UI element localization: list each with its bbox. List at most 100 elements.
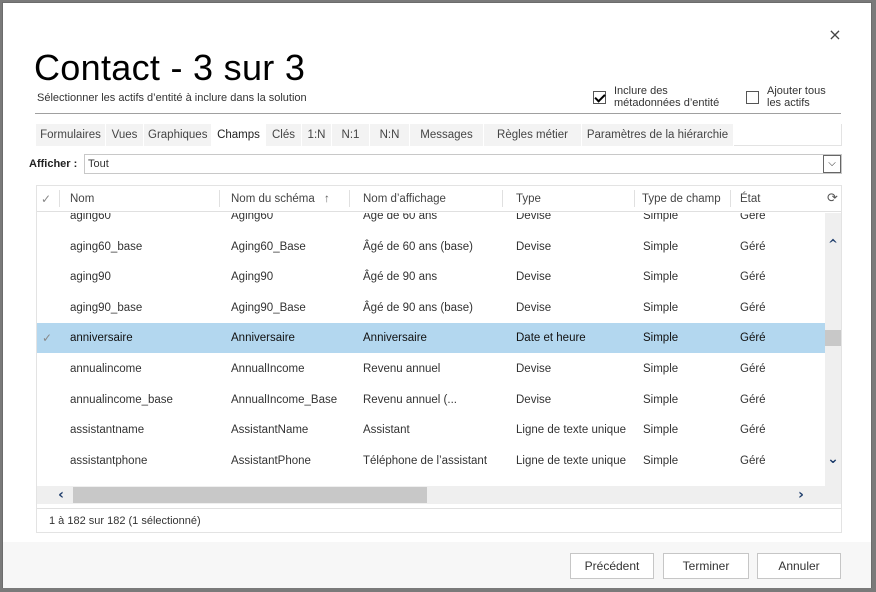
tab-vues[interactable]: Vues — [106, 124, 144, 146]
cell-name: aging60 — [70, 213, 111, 222]
cell-state: Géré — [740, 240, 766, 253]
tab-n-1[interactable]: N:1 — [332, 124, 370, 146]
tab-graphiques[interactable]: Graphiques — [144, 124, 212, 146]
horizontal-scroll-thumb[interactable] — [73, 487, 427, 503]
grid-status: 1 à 182 sur 182 (1 sélectionné) — [37, 508, 841, 532]
cell-state: Géré — [740, 301, 766, 314]
select-all-check-icon[interactable]: ✓ — [41, 186, 51, 212]
table-row[interactable]: ✓ anniversaire Anniversaire Anniversaire Dat… — [37, 323, 825, 354]
cell-field-type: Simple — [643, 424, 679, 437]
cell-name: annualincome_base — [70, 393, 173, 406]
column-separator — [349, 190, 350, 207]
cell-field-type: Simple — [643, 454, 679, 467]
cell-state: Géré — [740, 332, 766, 345]
cell-field-type: Simple — [643, 213, 679, 222]
table-row[interactable]: annualincome_base AnnualIncome_Base Revenu… — [37, 385, 825, 415]
cancel-button[interactable]: Annuler — [757, 553, 841, 579]
scroll-right-icon[interactable]: › — [793, 486, 809, 504]
grid-header: ✓ Nom Nom du schéma ↑ Nom d’affichage Ty… — [37, 186, 841, 212]
cell-type: Ligne de texte unique — [516, 424, 626, 437]
filter-label: Afficher : — [29, 152, 83, 178]
grid-rows: aging60 Aging60 Âgé de 60 ans Devise Simple G… — [37, 213, 825, 489]
cell-state: Géré — [740, 454, 766, 467]
finish-button[interactable]: Terminer — [663, 553, 749, 579]
table-row[interactable]: aging60_base Aging60_Base Âgé de 60 ans (b… — [37, 232, 825, 262]
column-header-schema-label: Nom du schéma — [231, 193, 315, 205]
table-row[interactable]: assistantname AssistantName Assistant Ligne… — [37, 415, 825, 445]
cell-schema: Aging90_Base — [231, 301, 306, 314]
cell-display: Anniversaire — [363, 332, 427, 345]
cell-state: Géré — [740, 393, 766, 406]
cell-display: Âgé de 60 ans — [363, 213, 438, 222]
tab-messages[interactable]: Messages — [410, 124, 484, 146]
tab-formulaires[interactable]: Formulaires — [36, 124, 106, 146]
chevron-down-icon[interactable]: ⌵ — [823, 155, 841, 173]
cell-display: Téléphone de l’assistant — [363, 454, 488, 467]
cell-display: Revenu annuel (... — [363, 393, 457, 406]
previous-button[interactable]: Précédent — [570, 553, 654, 579]
add-all-assets-label-line2: les actifs — [767, 97, 810, 109]
table-row[interactable]: aging60 Aging60 Âgé de 60 ans Devise Simple G… — [37, 213, 825, 231]
tab-parametres-hierarchie[interactable]: Paramètres de la hiérarchie — [582, 124, 734, 146]
cell-field-type: Simple — [643, 301, 679, 314]
cell-name: assistantphone — [70, 454, 148, 467]
column-separator — [634, 190, 635, 207]
horizontal-scrollbar[interactable]: ‹ › — [37, 486, 841, 504]
cell-name: assistantname — [70, 424, 145, 437]
tab-regles-metier[interactable]: Règles métier — [484, 124, 582, 146]
cell-schema: Aging60 — [231, 213, 274, 222]
cell-field-type: Simple — [643, 363, 679, 375]
column-separator — [219, 190, 220, 207]
cell-schema: Aging90 — [231, 271, 274, 284]
refresh-icon[interactable]: ⟳ — [827, 191, 838, 206]
cell-schema: AnnualIncome — [231, 363, 305, 375]
include-metadata-checkbox[interactable] — [593, 91, 606, 104]
tab-champs[interactable]: Champs — [212, 124, 266, 146]
column-header-type[interactable]: Type — [516, 186, 541, 212]
tab-n-n[interactable]: N:N — [370, 124, 410, 146]
fields-grid: ✓ Nom Nom du schéma ↑ Nom d’affichage Ty… — [36, 185, 842, 533]
add-all-assets-option[interactable]: Ajouter tous les actifs — [746, 85, 826, 109]
cell-name: aging90_base — [70, 301, 143, 314]
filter-label-text: Afficher : — [29, 158, 78, 170]
cell-schema: AnnualIncome_Base — [231, 393, 338, 406]
cell-type: Devise — [516, 393, 552, 406]
table-row[interactable]: annualincome AnnualIncome Revenu annuel Dev… — [37, 354, 825, 384]
cell-type: Devise — [516, 271, 552, 284]
add-all-assets-checkbox[interactable] — [746, 91, 759, 104]
scroll-left-icon[interactable]: ‹ — [53, 486, 69, 504]
cell-name: annualincome — [70, 363, 142, 375]
include-metadata-option[interactable]: Inclure des métadonnées d’entité — [593, 85, 719, 109]
column-header-state[interactable]: État — [740, 186, 760, 212]
table-row[interactable]: assistantphone AssistantPhone Téléphone de… — [37, 446, 825, 476]
close-icon[interactable]: × — [825, 25, 845, 45]
header-divider — [35, 113, 841, 114]
cell-type: Devise — [516, 240, 552, 253]
cell-display: Revenu annuel — [363, 363, 441, 375]
scroll-down-icon[interactable]: ⌄ — [825, 451, 841, 467]
solution-assets-dialog: × Contact - 3 sur 3 Sélectionner les act… — [2, 2, 872, 588]
row-selected-check-icon[interactable]: ✓ — [42, 323, 52, 353]
column-header-display[interactable]: Nom d’affichage — [363, 186, 446, 212]
scroll-up-icon[interactable]: ‸ — [825, 227, 841, 243]
column-header-schema[interactable]: Nom du schéma ↑ — [231, 186, 330, 212]
cell-state: Géré — [740, 363, 766, 375]
column-header-field-type[interactable]: Type de champ — [642, 186, 721, 212]
vertical-scrollbar[interactable]: ‸ ⌄ — [825, 213, 841, 489]
table-row[interactable]: aging90 Aging90 Âgé de 90 ans Devise Simple G… — [37, 262, 825, 292]
column-header-name[interactable]: Nom — [70, 186, 94, 212]
dialog-subtitle: Sélectionner les actifs d’entité à inclu… — [37, 92, 307, 104]
cell-field-type: Simple — [643, 271, 679, 284]
cell-type: Date et heure — [516, 332, 586, 345]
cell-field-type: Simple — [643, 240, 679, 253]
cell-field-type: Simple — [643, 332, 679, 345]
cell-state: Géré — [740, 213, 766, 222]
tab-1-n[interactable]: 1:N — [302, 124, 332, 146]
table-row[interactable]: aging90_base Aging90_Base Âgé de 90 ans (b… — [37, 293, 825, 323]
filter-select[interactable]: Tout ⌵ — [84, 154, 842, 174]
vertical-scroll-thumb[interactable] — [825, 330, 841, 346]
cell-type: Devise — [516, 301, 552, 314]
cell-type: Devise — [516, 213, 552, 222]
tab-cles[interactable]: Clés — [266, 124, 302, 146]
include-metadata-label-line2: métadonnées d’entité — [614, 97, 720, 109]
